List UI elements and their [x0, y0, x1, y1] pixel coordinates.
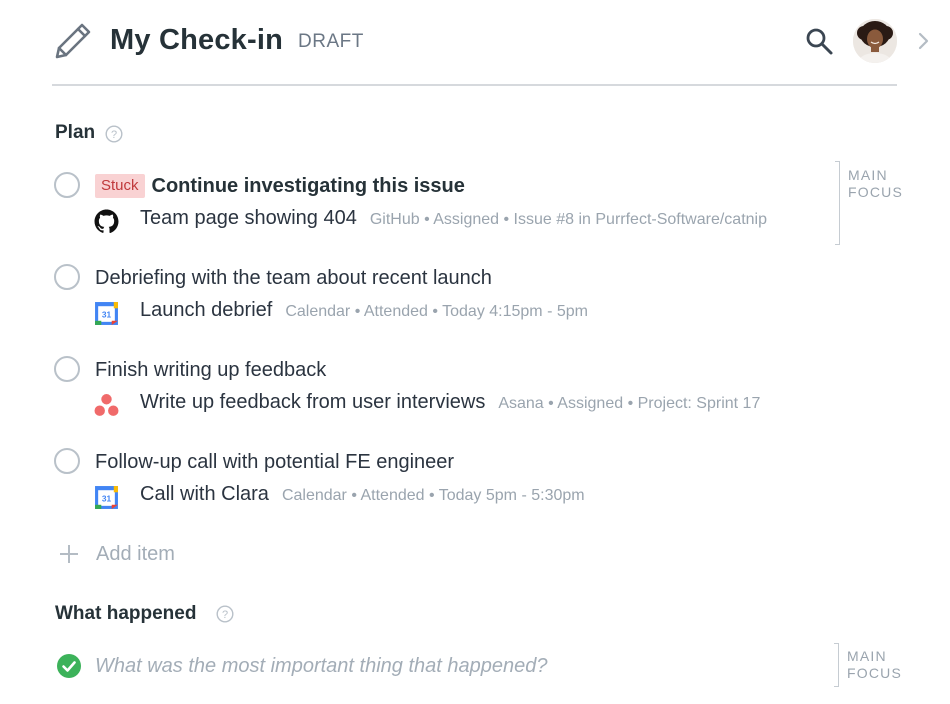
- linked-item-meta: Calendar • Attended • Today 4:15pm - 5pm: [285, 303, 588, 320]
- status-label: DRAFT: [298, 31, 364, 52]
- complete-checkbox[interactable]: [54, 448, 80, 474]
- what-happened-heading: What happened: [55, 603, 197, 624]
- page-title: My Check-in: [110, 24, 284, 56]
- plan-item: Stuck Continue investigating this issue …: [0, 172, 950, 264]
- chevron-right-icon[interactable]: [915, 30, 933, 52]
- linked-item-row: Team page showing 404 GitHub • Assigned …: [140, 207, 767, 235]
- stuck-badge: Stuck: [95, 174, 145, 198]
- focus-label-line-1: MAIN: [847, 648, 887, 664]
- linked-item-row: Call with Clara Calendar • Attended • To…: [140, 483, 585, 511]
- item-title-row: Follow-up call with potential FE enginee…: [95, 448, 454, 476]
- plan-item: Debriefing with the team about recent la…: [0, 264, 950, 356]
- asana-icon: [94, 394, 119, 416]
- linked-item-meta: GitHub • Assigned • Issue #8 in Purrfect…: [369, 211, 767, 228]
- help-circle-icon[interactable]: ?: [105, 125, 123, 143]
- add-item-button[interactable]: Add item: [58, 541, 208, 567]
- focus-bracket: [834, 643, 839, 687]
- help-circle-icon[interactable]: ?: [216, 605, 234, 623]
- github-icon: [94, 209, 119, 234]
- linked-item-title[interactable]: Write up feedback from user interviews: [140, 391, 485, 414]
- google-calendar-icon: 31: [95, 302, 118, 325]
- plan-item: Follow-up call with potential FE enginee…: [0, 448, 950, 540]
- svg-text:?: ?: [222, 609, 228, 621]
- plan-heading: Plan: [55, 122, 96, 143]
- linked-item-title[interactable]: Team page showing 404: [140, 207, 357, 230]
- plus-icon: [60, 545, 78, 563]
- linked-item-meta: Calendar • Attended • Today 5pm - 5:30pm: [281, 487, 585, 504]
- linked-item-row: Write up feedback from user interviews A…: [140, 391, 760, 419]
- linked-item-title[interactable]: Call with Clara: [140, 483, 269, 506]
- plan-item: Finish writing up feedback Write up feed…: [0, 356, 950, 448]
- item-title-row: Debriefing with the team about recent la…: [95, 264, 492, 292]
- linked-item-row: Launch debrief Calendar • Attended • Tod…: [140, 299, 588, 327]
- complete-checkbox[interactable]: [54, 356, 80, 382]
- header: My Check-in DRAFT: [0, 0, 950, 86]
- svg-text:31: 31: [102, 310, 112, 320]
- linked-item-title[interactable]: Launch debrief: [140, 299, 272, 322]
- focus-label: MAIN FOCUS: [847, 648, 902, 682]
- avatar[interactable]: [853, 19, 897, 63]
- complete-checkbox[interactable]: [54, 264, 80, 290]
- pencil-icon[interactable]: [52, 20, 94, 62]
- main-focus-marker: MAIN FOCUS: [834, 643, 904, 687]
- header-divider: [52, 84, 897, 86]
- item-title-row: Finish writing up feedback: [95, 356, 326, 384]
- item-title[interactable]: Continue investigating this issue: [152, 172, 465, 200]
- add-item-label: Add item: [96, 543, 175, 565]
- linked-item-meta: Asana • Assigned • Project: Sprint 17: [498, 395, 761, 412]
- focus-label-line-2: FOCUS: [847, 665, 902, 681]
- google-calendar-icon: 31: [95, 486, 118, 509]
- checkmark-circle-icon[interactable]: [57, 654, 81, 678]
- svg-text:?: ?: [111, 129, 117, 141]
- item-title[interactable]: Debriefing with the team about recent la…: [95, 264, 492, 292]
- complete-checkbox[interactable]: [54, 172, 80, 198]
- svg-text:31: 31: [102, 494, 112, 504]
- what-happened-input[interactable]: [95, 651, 795, 681]
- item-title[interactable]: Finish writing up feedback: [95, 356, 326, 384]
- item-title-row: Stuck Continue investigating this issue: [95, 172, 465, 200]
- search-icon[interactable]: [804, 26, 834, 56]
- item-title[interactable]: Follow-up call with potential FE enginee…: [95, 448, 454, 476]
